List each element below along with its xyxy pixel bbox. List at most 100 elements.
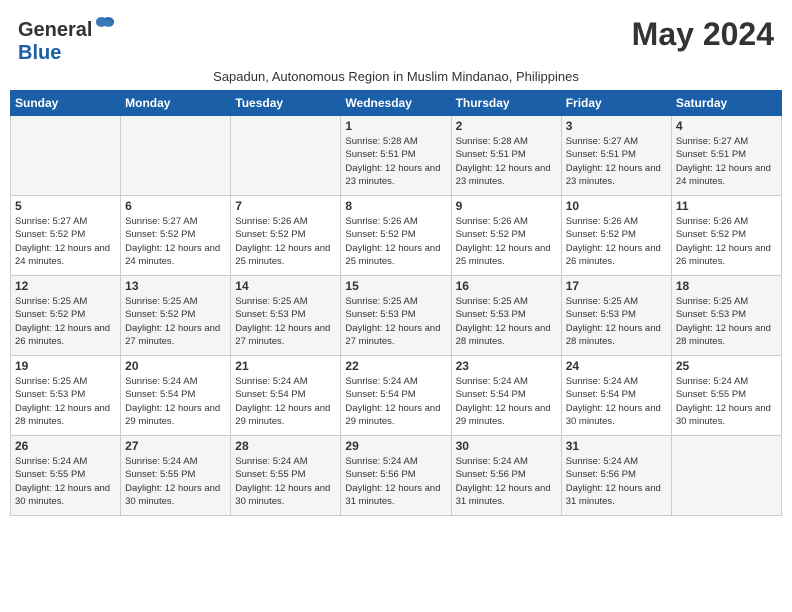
day-number: 21 [235,359,336,373]
day-number: 19 [15,359,116,373]
day-sun-info: Sunrise: 5:28 AM Sunset: 5:51 PM Dayligh… [456,135,557,188]
day-number: 2 [456,119,557,133]
calendar-cell: 4 Sunrise: 5:27 AM Sunset: 5:51 PM Daylig… [671,116,781,196]
day-sun-info: Sunrise: 5:25 AM Sunset: 5:53 PM Dayligh… [235,295,336,348]
day-number: 24 [566,359,667,373]
calendar-cell: 3 Sunrise: 5:27 AM Sunset: 5:51 PM Daylig… [561,116,671,196]
day-sun-info: Sunrise: 5:25 AM Sunset: 5:53 PM Dayligh… [676,295,777,348]
day-sun-info: Sunrise: 5:24 AM Sunset: 5:54 PM Dayligh… [235,375,336,428]
calendar-week-3: 12 Sunrise: 5:25 AM Sunset: 5:52 PM Dayli… [11,276,782,356]
day-number: 22 [345,359,446,373]
day-sun-info: Sunrise: 5:25 AM Sunset: 5:53 PM Dayligh… [15,375,116,428]
day-sun-info: Sunrise: 5:26 AM Sunset: 5:52 PM Dayligh… [676,215,777,268]
calendar-cell: 5 Sunrise: 5:27 AM Sunset: 5:52 PM Daylig… [11,196,121,276]
day-number: 5 [15,199,116,213]
day-sun-info: Sunrise: 5:24 AM Sunset: 5:56 PM Dayligh… [566,455,667,508]
calendar-cell: 23Sunrise: 5:24 AM Sunset: 5:54 PM Dayli… [451,356,561,436]
day-sun-info: Sunrise: 5:26 AM Sunset: 5:52 PM Dayligh… [566,215,667,268]
day-sun-info: Sunrise: 5:27 AM Sunset: 5:51 PM Dayligh… [676,135,777,188]
calendar-week-4: 19 Sunrise: 5:25 AM Sunset: 5:53 PM Dayli… [11,356,782,436]
calendar-cell: 22 Sunrise: 5:24 AM Sunset: 5:54 PM Dayli… [341,356,451,436]
weekday-header-row: SundayMondayTuesdayWednesdayThursdayFrid… [11,91,782,116]
calendar-cell: 15 Sunrise: 5:25 AM Sunset: 5:53 PM Dayli… [341,276,451,356]
calendar-cell: 8 Sunrise: 5:26 AM Sunset: 5:52 PM Daylig… [341,196,451,276]
day-number: 20 [125,359,226,373]
day-sun-info: Sunrise: 5:26 AM Sunset: 5:52 PM Dayligh… [345,215,446,268]
logo-general-text: General [18,19,92,42]
day-number: 23 [456,359,557,373]
day-sun-info: Sunrise: 5:27 AM Sunset: 5:52 PM Dayligh… [15,215,116,268]
calendar-cell: 1Sunrise: 5:28 AM Sunset: 5:51 PM Daylig… [341,116,451,196]
day-number: 17 [566,279,667,293]
day-number: 30 [456,439,557,453]
calendar-cell: 2 Sunrise: 5:28 AM Sunset: 5:51 PM Daylig… [451,116,561,196]
day-number: 6 [125,199,226,213]
calendar-cell: 13 Sunrise: 5:25 AM Sunset: 5:52 PM Dayli… [121,276,231,356]
calendar-cell [11,116,121,196]
day-sun-info: Sunrise: 5:27 AM Sunset: 5:51 PM Dayligh… [566,135,667,188]
calendar-cell: 24 Sunrise: 5:24 AM Sunset: 5:54 PM Dayli… [561,356,671,436]
day-number: 26 [15,439,116,453]
day-sun-info: Sunrise: 5:25 AM Sunset: 5:53 PM Dayligh… [566,295,667,348]
day-sun-info: Sunrise: 5:27 AM Sunset: 5:52 PM Dayligh… [125,215,226,268]
calendar-cell: 20Sunrise: 5:24 AM Sunset: 5:54 PM Dayli… [121,356,231,436]
calendar-cell: 10 Sunrise: 5:26 AM Sunset: 5:52 PM Dayli… [561,196,671,276]
calendar-cell [121,116,231,196]
day-number: 25 [676,359,777,373]
day-number: 11 [676,199,777,213]
weekday-header-thursday: Thursday [451,91,561,116]
month-title: May 2024 [632,16,774,53]
day-number: 9 [456,199,557,213]
day-sun-info: Sunrise: 5:25 AM Sunset: 5:52 PM Dayligh… [15,295,116,348]
day-number: 3 [566,119,667,133]
calendar-cell [231,116,341,196]
day-sun-info: Sunrise: 5:24 AM Sunset: 5:55 PM Dayligh… [676,375,777,428]
logo-bird-icon [94,14,116,36]
day-sun-info: Sunrise: 5:24 AM Sunset: 5:56 PM Dayligh… [456,455,557,508]
calendar-cell: 17 Sunrise: 5:25 AM Sunset: 5:53 PM Dayli… [561,276,671,356]
calendar-cell: 31 Sunrise: 5:24 AM Sunset: 5:56 PM Dayli… [561,436,671,516]
day-number: 27 [125,439,226,453]
calendar-cell: 29 Sunrise: 5:24 AM Sunset: 5:56 PM Dayli… [341,436,451,516]
page-header: General Blue May 2024 [10,10,782,65]
day-sun-info: Sunrise: 5:24 AM Sunset: 5:55 PM Dayligh… [235,455,336,508]
calendar-cell: 9Sunrise: 5:26 AM Sunset: 5:52 PM Daylig… [451,196,561,276]
calendar-cell: 7 Sunrise: 5:26 AM Sunset: 5:52 PM Daylig… [231,196,341,276]
calendar-week-5: 26 Sunrise: 5:24 AM Sunset: 5:55 PM Dayli… [11,436,782,516]
day-sun-info: Sunrise: 5:24 AM Sunset: 5:54 PM Dayligh… [345,375,446,428]
logo-blue-text: Blue [18,42,61,65]
day-sun-info: Sunrise: 5:25 AM Sunset: 5:53 PM Dayligh… [345,295,446,348]
calendar-cell: 21 Sunrise: 5:24 AM Sunset: 5:54 PM Dayli… [231,356,341,436]
day-number: 28 [235,439,336,453]
day-sun-info: Sunrise: 5:24 AM Sunset: 5:56 PM Dayligh… [345,455,446,508]
calendar-cell: 28 Sunrise: 5:24 AM Sunset: 5:55 PM Dayli… [231,436,341,516]
calendar-cell: 18 Sunrise: 5:25 AM Sunset: 5:53 PM Dayli… [671,276,781,356]
day-sun-info: Sunrise: 5:24 AM Sunset: 5:55 PM Dayligh… [125,455,226,508]
day-sun-info: Sunrise: 5:25 AM Sunset: 5:52 PM Dayligh… [125,295,226,348]
day-number: 12 [15,279,116,293]
calendar-cell: 27 Sunrise: 5:24 AM Sunset: 5:55 PM Dayli… [121,436,231,516]
weekday-header-monday: Monday [121,91,231,116]
calendar-subtitle: Sapadun, Autonomous Region in Muslim Min… [10,69,782,84]
weekday-header-tuesday: Tuesday [231,91,341,116]
day-sun-info: Sunrise: 5:28 AM Sunset: 5:51 PM Dayligh… [345,135,446,188]
day-number: 8 [345,199,446,213]
weekday-header-friday: Friday [561,91,671,116]
calendar-cell: 30 Sunrise: 5:24 AM Sunset: 5:56 PM Dayli… [451,436,561,516]
day-number: 31 [566,439,667,453]
day-number: 7 [235,199,336,213]
calendar-week-2: 5 Sunrise: 5:27 AM Sunset: 5:52 PM Daylig… [11,196,782,276]
day-number: 14 [235,279,336,293]
day-number: 13 [125,279,226,293]
day-sun-info: Sunrise: 5:25 AM Sunset: 5:53 PM Dayligh… [456,295,557,348]
day-number: 4 [676,119,777,133]
day-number: 18 [676,279,777,293]
weekday-header-wednesday: Wednesday [341,91,451,116]
day-number: 29 [345,439,446,453]
day-sun-info: Sunrise: 5:24 AM Sunset: 5:54 PM Dayligh… [566,375,667,428]
day-number: 10 [566,199,667,213]
day-number: 15 [345,279,446,293]
calendar-cell [671,436,781,516]
day-sun-info: Sunrise: 5:26 AM Sunset: 5:52 PM Dayligh… [235,215,336,268]
calendar-cell: 12 Sunrise: 5:25 AM Sunset: 5:52 PM Dayli… [11,276,121,356]
